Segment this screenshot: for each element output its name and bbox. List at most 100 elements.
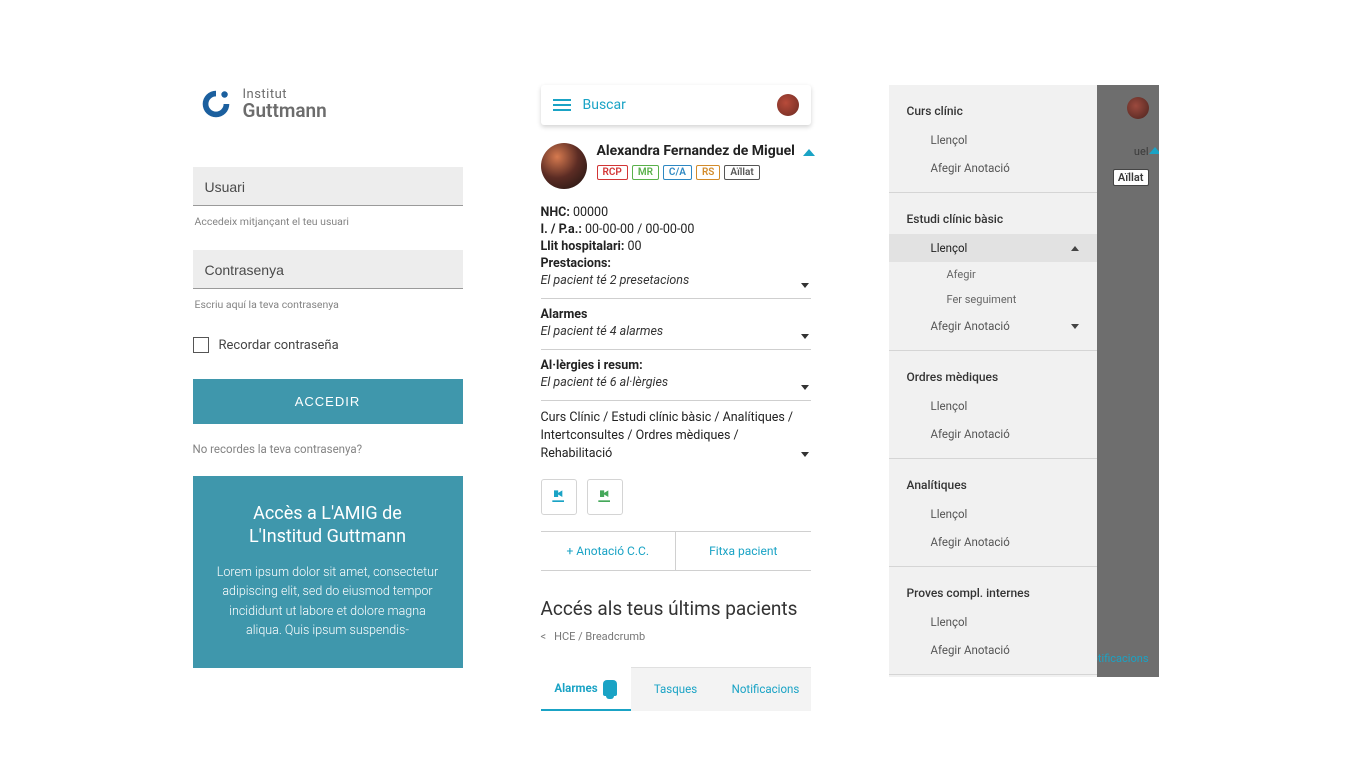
menu-item-label: Llençol (931, 615, 968, 629)
bottom-tabbar: Alarmes Tasques Notificacions (541, 667, 811, 711)
bg-tag-fragment: Aïllat (1113, 169, 1149, 186)
logo-icon (197, 85, 235, 123)
tag-mr: MR (632, 165, 659, 180)
search-label: Buscar (583, 97, 626, 113)
menu-item[interactable]: Llençol (889, 608, 1097, 636)
patient-sheet-button[interactable]: Fitxa pacient (676, 532, 811, 570)
patient-header: Alexandra Fernandez de Miguel RCP MR C/A… (541, 143, 811, 189)
nhc-value: 00000 (573, 205, 608, 220)
tag-ca: C/A (663, 165, 692, 180)
recent-patients-title: Accés als teus últims pacients (541, 597, 811, 620)
ipa-value: 00-00-00 / 00-00-00 (585, 222, 694, 237)
chevron-down-icon (1071, 324, 1079, 329)
patient-pathways[interactable]: Curs Clínic / Estudi clínic bàsic / Anal… (541, 401, 811, 467)
action-icon-1[interactable] (541, 479, 577, 515)
chevron-down-icon (801, 283, 809, 288)
bed-value: 00 (627, 239, 641, 254)
menu-section-title: Curs clínic (889, 100, 1097, 126)
action-buttons: + Anotació C.C. Fitxa pacient (541, 531, 811, 571)
remember-checkbox[interactable]: Recordar contraseña (193, 337, 463, 353)
tag-aillat: Aïllat (724, 165, 759, 180)
remember-label: Recordar contraseña (219, 338, 339, 353)
menu-item[interactable]: Llençol (889, 392, 1097, 420)
bg-avatar (1127, 97, 1149, 119)
bg-name-fragment: uel (1134, 145, 1149, 158)
allergies-label: Al·lèrgies i resum: (541, 358, 643, 373)
alarms-value: El pacient té 4 alarmes (541, 324, 811, 339)
menu-subitem[interactable]: Fer seguiment (889, 287, 1097, 312)
menu-item-label: Llençol (931, 133, 968, 147)
chevron-down-icon (801, 334, 809, 339)
allergies-value: El pacient té 6 al·lèrgies (541, 375, 811, 390)
bed-label: Llit hospitalari: (541, 239, 625, 254)
menu-item[interactable]: Afegir Anotació (889, 636, 1097, 664)
chevron-up-icon (1071, 246, 1079, 251)
prestacions-label: Prestacions: (541, 256, 611, 271)
brand-line2: Guttmann (243, 101, 327, 120)
collapse-icon[interactable] (803, 149, 815, 156)
menu-item[interactable]: Llençol (889, 234, 1097, 262)
breadcrumb-text: HCE / Breadcrumb (554, 630, 645, 643)
user-avatar-small[interactable] (777, 94, 799, 116)
alarms-label: Alarmes (541, 307, 588, 322)
menu-item-label: Afegir Anotació (931, 161, 1010, 175)
password-input[interactable] (193, 250, 463, 289)
password-hint: Escriu aquí la teva contrasenya (193, 293, 463, 333)
menu-item-label: Afegir Anotació (931, 427, 1010, 441)
search-bar[interactable]: Buscar (541, 85, 811, 125)
menu-icon[interactable] (553, 99, 571, 111)
breadcrumb[interactable]: < HCE / Breadcrumb (541, 630, 811, 643)
tab-alarmes-label: Alarmes (554, 681, 597, 695)
username-hint: Accedeix mitjançant el teu usuari (193, 210, 463, 250)
tag-rs: RS (696, 165, 720, 180)
action-icons (541, 467, 811, 519)
menu-section-title: Analítiques (889, 474, 1097, 500)
add-annotation-button[interactable]: + Anotació C.C. (541, 532, 677, 570)
checkbox-icon (193, 337, 209, 353)
menu-item[interactable]: Llençol (889, 500, 1097, 528)
info-panel-title: Accès a L'AMIG de L'Institud Guttmann (217, 502, 439, 549)
back-icon: < (541, 630, 547, 643)
bg-notif-fragment: otificacions (1092, 652, 1149, 665)
side-menu: Curs clínic Llençol Afegir Anotació Estudi … (889, 85, 1097, 677)
prestacions-value: El pacient té 2 presetacions (541, 273, 811, 288)
menu-item-label: Afegir Anotació (931, 535, 1010, 549)
menu-item[interactable]: Afegir Anotació (889, 528, 1097, 556)
tab-notificacions[interactable]: Notificacions (721, 667, 811, 711)
bell-icon (603, 680, 617, 696)
patient-basic-info[interactable]: NHC: 00000 I. / P.a.: 00-00-00 / 00-00-0… (541, 197, 811, 299)
forgot-password-link[interactable]: No recordes la teva contrasenya? (193, 442, 463, 456)
tab-tasques[interactable]: Tasques (631, 667, 721, 711)
menu-item[interactable]: Llençol (889, 126, 1097, 154)
patient-tags: RCP MR C/A RS Aïllat (597, 165, 811, 180)
menu-screen: uel Aïllat otificacions Curs clínic Llenç… (889, 85, 1159, 677)
tab-alarmes[interactable]: Alarmes (541, 667, 631, 711)
patient-avatar (541, 143, 587, 189)
info-panel-body: Lorem ipsum dolor sit amet, consectetur … (217, 563, 439, 641)
brand-logo: Institut Guttmann (193, 85, 463, 123)
menu-subitem[interactable]: Afegir (889, 262, 1097, 287)
menu-item-label: Llençol (931, 241, 968, 255)
bg-chevron-icon (1149, 147, 1159, 154)
patient-allergies[interactable]: Al·lèrgies i resum: El pacient té 6 al·l… (541, 350, 811, 401)
username-input[interactable] (193, 167, 463, 206)
patient-screen: Buscar Alexandra Fernandez de Miguel RCP… (541, 85, 811, 711)
login-screen: Institut Guttmann Accedeix mitjançant el… (193, 85, 463, 711)
menu-item[interactable]: Afegir Anotació (889, 154, 1097, 182)
menu-item-label: Llençol (931, 507, 968, 521)
action-icon-2[interactable] (587, 479, 623, 515)
menu-item[interactable]: Afegir Anotació (889, 420, 1097, 448)
menu-item-label: Afegir Anotació (931, 319, 1010, 333)
menu-section-title: Ordres mèdiques (889, 366, 1097, 392)
pathways-text: Curs Clínic / Estudi clínic bàsic / Anal… (541, 409, 811, 463)
menu-item-label: Afegir Anotació (931, 643, 1010, 657)
patient-alarms[interactable]: Alarmes El pacient té 4 alarmes (541, 299, 811, 350)
menu-section-title: Estudi clínic bàsic (889, 208, 1097, 234)
login-button[interactable]: ACCEDIR (193, 379, 463, 424)
menu-item-label: Llençol (931, 399, 968, 413)
nhc-label: NHC: (541, 205, 570, 220)
patient-name: Alexandra Fernandez de Miguel (597, 143, 811, 159)
ipa-label: I. / P.a.: (541, 222, 582, 237)
chevron-down-icon (801, 452, 809, 457)
menu-item[interactable]: Afegir Anotació (889, 312, 1097, 340)
